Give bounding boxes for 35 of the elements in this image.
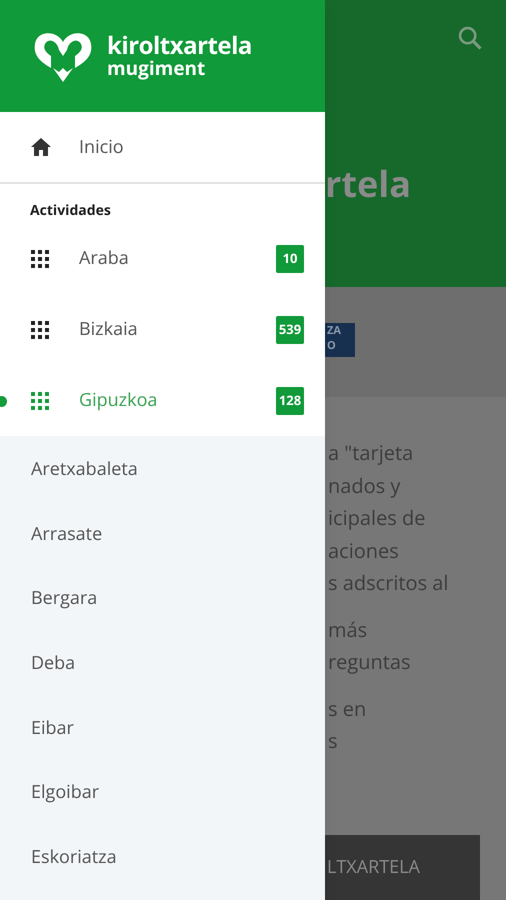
body-text-line: aciones [328, 536, 400, 566]
logo-name: kiroltxartela [107, 34, 252, 58]
count-badge: 10 [276, 244, 304, 272]
count-badge: 128 [276, 386, 304, 414]
banner-text: O [327, 338, 337, 353]
grid-icon [30, 248, 50, 268]
body-text-line: icipales de [328, 503, 426, 533]
primary-button[interactable]: LTXARTELA [325, 835, 480, 900]
province-item[interactable]: Araba 10 [0, 223, 325, 294]
body-text-line: s en [328, 694, 368, 724]
town-item[interactable]: Elgoibar [0, 760, 325, 826]
body-text-line: a "tarjeta [328, 438, 414, 468]
app-title: rtela [325, 166, 411, 202]
town-item[interactable]: Eibar [0, 696, 325, 760]
logo-subtitle: mugiment [107, 59, 206, 78]
banner-text: ZA [327, 323, 342, 338]
home-icon [30, 137, 52, 157]
body-text-line: reguntas [328, 647, 412, 677]
town-item[interactable]: Aretxabaleta [0, 437, 325, 502]
body-text-line: nados y [328, 470, 402, 500]
home-item[interactable]: Inicio [0, 112, 325, 184]
count-badge: 539 [276, 316, 304, 344]
province-item[interactable]: Gipuzkoa 128 [0, 365, 325, 436]
town-item[interactable]: Deba [0, 631, 325, 696]
town-item[interactable]: Eskoriatza [0, 825, 325, 890]
body-text-line: s [328, 726, 339, 756]
search-icon[interactable] [456, 24, 484, 52]
grid-icon [30, 320, 50, 340]
province-item[interactable]: Bizkaia 539 [0, 294, 325, 365]
body-text-line: más [328, 614, 368, 644]
town-item[interactable]: Bergara [0, 566, 325, 632]
grid-icon [30, 390, 50, 410]
body-text-line: s adscritos al [328, 568, 448, 598]
section-title: Actividades [29, 200, 111, 222]
town-item[interactable]: Arrasate [0, 502, 325, 566]
